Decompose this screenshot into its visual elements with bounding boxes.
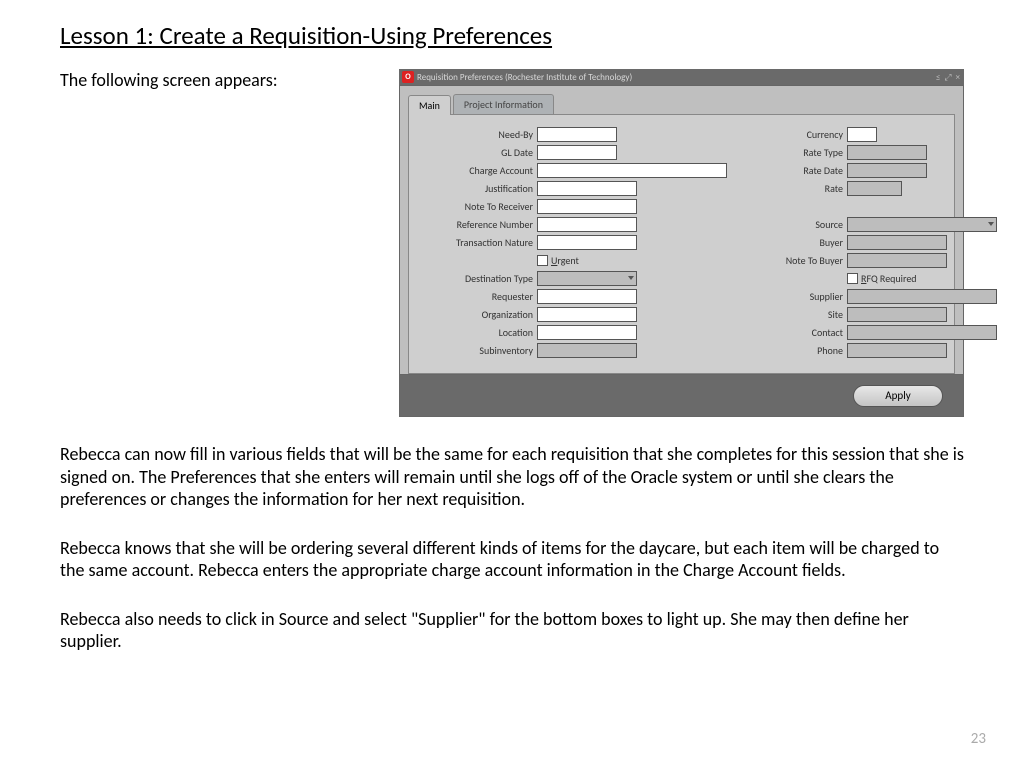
window-title: Requisition Preferences (Rochester Insti… [417, 72, 936, 83]
label-subinventory: Subinventory [417, 344, 537, 357]
label-source: Source [727, 218, 847, 231]
input-site[interactable] [847, 307, 947, 322]
input-phone[interactable] [847, 343, 947, 358]
paragraph-1: Rebecca can now fill in various fields t… [60, 443, 964, 511]
oracle-icon: O [402, 71, 414, 83]
label-rate: Rate [727, 182, 847, 195]
label-rate-type: Rate Type [727, 146, 847, 159]
label-gl-date: GL Date [417, 146, 537, 159]
window-footer: Apply [399, 375, 964, 417]
input-rate[interactable] [847, 181, 902, 196]
label-supplier: Supplier [727, 290, 847, 303]
form-right-column: Currency Rate Type Rate Date Rate Source… [727, 125, 997, 359]
label-note-to-receiver: Note To Receiver [417, 200, 537, 213]
input-currency[interactable] [847, 127, 877, 142]
input-location[interactable] [537, 325, 637, 340]
oracle-window: O Requisition Preferences (Rochester Ins… [399, 69, 964, 417]
label-justification: Justification [417, 182, 537, 195]
close-icon[interactable]: × [956, 72, 960, 83]
input-rate-type[interactable] [847, 145, 927, 160]
input-requester[interactable] [537, 289, 637, 304]
input-subinventory[interactable] [537, 343, 637, 358]
page-number: 23 [971, 730, 986, 748]
label-need-by: Need-By [417, 128, 537, 141]
label-charge-account: Charge Account [417, 164, 537, 177]
input-justification[interactable] [537, 181, 637, 196]
label-requester: Requester [417, 290, 537, 303]
checkbox-urgent-box[interactable] [537, 255, 548, 266]
page-title: Lesson 1: Create a Requisition-Using Pre… [60, 20, 964, 51]
label-location: Location [417, 326, 537, 339]
form-left-column: Need-By GL Date Charge Account Justifica… [417, 125, 727, 359]
input-need-by[interactable] [537, 127, 617, 142]
window-titlebar: O Requisition Preferences (Rochester Ins… [399, 69, 964, 85]
label-buyer: Buyer [727, 236, 847, 249]
select-destination-type[interactable] [537, 271, 637, 286]
input-transaction-nature[interactable] [537, 235, 637, 250]
label-rate-date: Rate Date [727, 164, 847, 177]
input-gl-date[interactable] [537, 145, 617, 160]
label-note-to-buyer: Note To Buyer [727, 254, 847, 267]
intro-text: The following screen appears: [60, 69, 278, 91]
input-rate-date[interactable] [847, 163, 927, 178]
form-area: Need-By GL Date Charge Account Justifica… [408, 114, 955, 374]
paragraph-2: Rebecca knows that she will be ordering … [60, 537, 964, 582]
tab-bar: Main Project Information [408, 94, 955, 114]
input-charge-account[interactable] [537, 163, 727, 178]
maximize-icon[interactable]: ⤢ [944, 72, 951, 83]
input-buyer[interactable] [847, 235, 947, 250]
label-site: Site [727, 308, 847, 321]
input-supplier[interactable] [847, 289, 997, 304]
label-currency: Currency [727, 128, 847, 141]
checkbox-rfq-box[interactable] [847, 273, 858, 284]
input-organization[interactable] [537, 307, 637, 322]
checkbox-urgent[interactable]: Urgent [537, 254, 579, 267]
input-reference-number[interactable] [537, 217, 637, 232]
label-reference-number: Reference Number [417, 218, 537, 231]
label-organization: Organization [417, 308, 537, 321]
label-destination-type: Destination Type [417, 272, 537, 285]
minimize-icon[interactable]: ≤ [936, 72, 940, 83]
label-phone: Phone [727, 344, 847, 357]
label-contact: Contact [727, 326, 847, 339]
select-source[interactable] [847, 217, 997, 232]
apply-button[interactable]: Apply [853, 385, 943, 407]
input-contact[interactable] [847, 325, 997, 340]
input-note-to-buyer[interactable] [847, 253, 947, 268]
label-transaction-nature: Transaction Nature [417, 236, 537, 249]
checkbox-rfq-required[interactable]: RFQ Required [847, 272, 917, 285]
tab-project-information[interactable]: Project Information [453, 94, 554, 114]
tab-main[interactable]: Main [408, 95, 451, 115]
input-note-to-receiver[interactable] [537, 199, 637, 214]
paragraph-3: Rebecca also needs to click in Source an… [60, 608, 964, 653]
